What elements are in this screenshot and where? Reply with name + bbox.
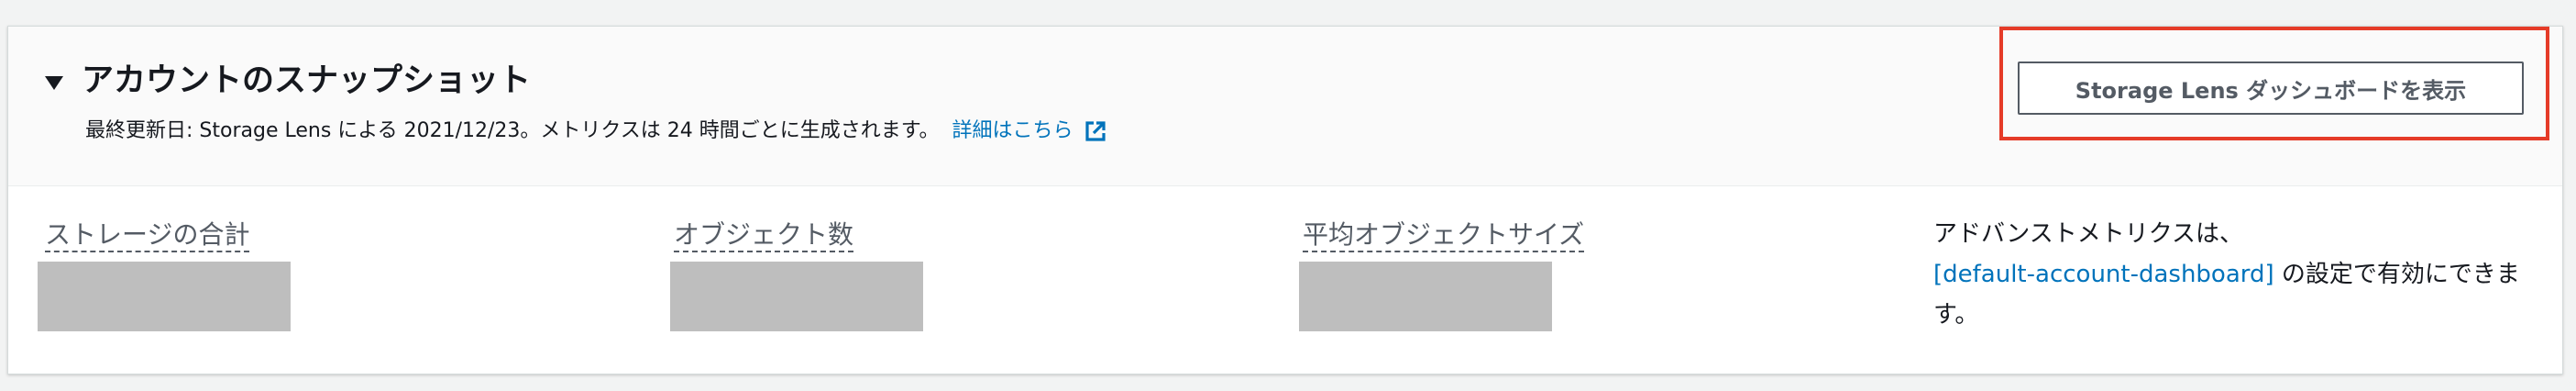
learn-more-link[interactable]: 詳細はこちら [952, 118, 1073, 145]
total-storage-label[interactable]: ストレージの合計 [45, 219, 250, 252]
panel-subtitle: 最終更新日: Storage Lens による 2021/12/23。メトリクス… [85, 118, 1108, 145]
account-snapshot-panel: アカウントのスナップショット 最終更新日: Storage Lens による 2… [7, 26, 2563, 374]
view-storage-lens-dashboard-button[interactable]: Storage Lens ダッシュボードを表示 [2018, 61, 2524, 115]
panel-title: アカウントのスナップショット [82, 62, 532, 99]
object-count-label[interactable]: オブジェクト数 [674, 219, 854, 252]
caret-down-icon[interactable] [45, 76, 63, 90]
average-object-size-label[interactable]: 平均オブジェクトサイズ [1303, 219, 1585, 252]
advanced-note-prefix: アドバンストメトリクスは、 [1933, 220, 2244, 248]
external-link-icon[interactable] [1083, 118, 1108, 144]
object-count-value [670, 262, 923, 331]
last-updated-text: 最終更新日: Storage Lens による 2021/12/23。メトリクス… [85, 119, 940, 142]
average-object-size-value [1299, 262, 1552, 331]
dashboard-config-link[interactable]: [default-account-dashboard] [1933, 261, 2274, 288]
advanced-metrics-note: アドバンストメトリクスは、 [default-account-dashboard… [1933, 214, 2520, 335]
total-storage-value [38, 262, 291, 331]
